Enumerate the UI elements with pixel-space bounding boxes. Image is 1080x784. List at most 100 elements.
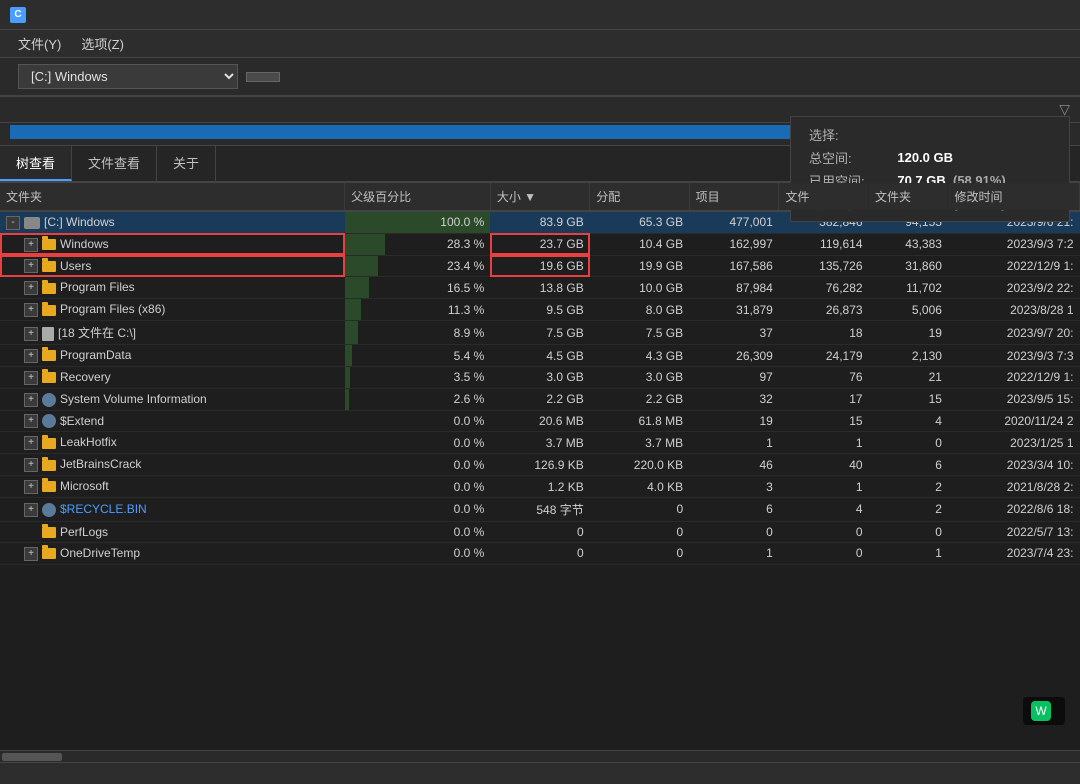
column-header-name[interactable]: 文件夹 [0, 183, 345, 211]
cell-modified: 2023/8/28 1 [948, 299, 1080, 321]
item-name: Recovery [60, 370, 111, 384]
app-icon: C [10, 7, 26, 23]
table-header-row: 文件夹父级百分比大小 ▼分配项目文件文件夹修改时间 [0, 183, 1080, 211]
column-header-folders[interactable]: 文件夹 [869, 183, 948, 211]
item-name: LeakHotfix [60, 435, 117, 449]
item-name: Program Files [60, 280, 135, 294]
table-row[interactable]: +Microsoft0.0 %1.2 KB4.0 KB3122021/8/28 … [0, 476, 1080, 498]
table-row[interactable]: +Users23.4 %19.6 GB19.9 GB167,586135,726… [0, 255, 1080, 277]
menu-item-options[interactable]: 选项(Z) [71, 30, 134, 57]
expand-button[interactable]: + [24, 371, 38, 385]
expand-button[interactable]: + [24, 281, 38, 295]
tab-about[interactable]: 关于 [157, 146, 216, 181]
cell-alloc: 3.7 MB [590, 432, 689, 454]
table-row[interactable]: +[18 文件在 C:\]8.9 %7.5 GB7.5 GB3718192023… [0, 321, 1080, 345]
cell-folders: 15 [869, 388, 948, 410]
expand-button[interactable]: + [24, 503, 38, 517]
tab-file[interactable]: 文件查看 [72, 146, 157, 181]
column-header-pct[interactable]: 父级百分比 [345, 183, 491, 211]
table-row[interactable]: +OneDriveTemp0.0 %001012023/7/4 23: [0, 542, 1080, 564]
file-tree[interactable]: 文件夹父级百分比大小 ▼分配项目文件文件夹修改时间 -[C:] Windows1… [0, 183, 1080, 750]
cell-percent: 3.5 % [345, 366, 491, 388]
table-row[interactable]: +System Volume Information2.6 %2.2 GB2.2… [0, 388, 1080, 410]
expand-button[interactable]: + [24, 458, 38, 472]
column-header-items[interactable]: 项目 [689, 183, 779, 211]
cell-name: + Windows [0, 233, 345, 255]
cell-size: 3.0 GB [490, 366, 589, 388]
column-header-alloc[interactable]: 分配 [590, 183, 689, 211]
expand-button[interactable]: + [24, 393, 38, 407]
item-name: System Volume Information [60, 392, 207, 406]
column-header-modified[interactable]: 修改时间 [948, 183, 1080, 211]
cell-alloc: 0 [590, 497, 689, 521]
cell-alloc: 220.0 KB [590, 454, 689, 476]
table-row[interactable]: +ProgramData5.4 %4.5 GB4.3 GB26,30924,17… [0, 345, 1080, 367]
table-row[interactable]: +LeakHotfix0.0 %3.7 MB3.7 MB1102023/1/25… [0, 432, 1080, 454]
cell-items: 477,001 [689, 211, 779, 233]
table-row[interactable]: +Program Files16.5 %13.8 GB10.0 GB87,984… [0, 277, 1080, 299]
cell-folders: 43,383 [869, 233, 948, 255]
expand-button[interactable]: + [24, 436, 38, 450]
cell-percent: 100.0 % [345, 211, 491, 233]
column-header-files[interactable]: 文件 [779, 183, 869, 211]
table-row[interactable]: +Windows28.3 %23.7 GB10.4 GB162,997119,6… [0, 233, 1080, 255]
cell-files: 0 [779, 542, 869, 564]
item-name: $Extend [60, 414, 104, 428]
folder-icon [42, 305, 56, 316]
expand-button[interactable]: + [24, 259, 38, 273]
horizontal-scrollbar[interactable] [0, 750, 1080, 762]
expand-button[interactable]: - [6, 216, 20, 230]
cell-name: + Recovery [0, 366, 345, 388]
cell-name: +OneDriveTemp [0, 542, 345, 564]
cell-items: 1 [689, 432, 779, 454]
table-row[interactable]: +$RECYCLE.BIN0.0 %548 字节06422022/8/6 18: [0, 497, 1080, 521]
expand-button[interactable]: + [24, 349, 38, 363]
column-header-size[interactable]: 大小 ▼ [490, 183, 589, 211]
scan-button[interactable] [246, 72, 280, 82]
cell-modified: 2022/12/9 1: [948, 255, 1080, 277]
cell-size: 9.5 GB [490, 299, 589, 321]
menu-item-file[interactable]: 文件(Y) [8, 30, 71, 57]
cell-folders: 1 [869, 542, 948, 564]
expand-button[interactable]: + [24, 414, 38, 428]
expand-button[interactable]: + [24, 480, 38, 494]
cell-files: 40 [779, 454, 869, 476]
cell-name: + System Volume Information [0, 388, 345, 410]
table-row[interactable]: +JetBrainsCrack0.0 %126.9 KB220.0 KB4640… [0, 454, 1080, 476]
item-name: $RECYCLE.BIN [60, 502, 147, 516]
cell-folders: 11,702 [869, 277, 948, 299]
table-row[interactable]: +Recovery3.5 %3.0 GB3.0 GB9776212022/12/… [0, 366, 1080, 388]
cell-modified: 2023/7/4 23: [948, 542, 1080, 564]
cell-percent: 16.5 % [345, 277, 491, 299]
cell-alloc: 2.2 GB [590, 388, 689, 410]
file-table: 文件夹父级百分比大小 ▼分配项目文件文件夹修改时间 -[C:] Windows1… [0, 183, 1080, 565]
cell-items: 26,309 [689, 345, 779, 367]
files-icon [42, 327, 54, 341]
table-row[interactable]: +Program Files (x86)11.3 %9.5 GB8.0 GB31… [0, 299, 1080, 321]
cell-alloc: 7.5 GB [590, 321, 689, 345]
drive-select[interactable]: [C:] Windows [18, 64, 238, 89]
tab-tree[interactable]: 树查看 [0, 146, 72, 181]
menubar: 文件(Y)选项(Z) [0, 30, 1080, 58]
expand-button[interactable]: + [24, 238, 38, 252]
cell-items: 87,984 [689, 277, 779, 299]
cell-modified: 2022/8/6 18: [948, 497, 1080, 521]
drive-icon [24, 217, 40, 229]
cell-size: 23.7 GB [490, 233, 589, 255]
expand-button[interactable]: + [24, 327, 38, 341]
cell-items: 31,879 [689, 299, 779, 321]
cell-modified: 2022/12/9 1: [948, 366, 1080, 388]
scrollbar-thumb[interactable] [2, 753, 62, 761]
expand-button[interactable]: + [24, 303, 38, 317]
item-name: Windows [60, 237, 109, 251]
table-row[interactable]: PerfLogs0.0 %000002022/5/7 13: [0, 521, 1080, 542]
gear-icon [42, 393, 56, 407]
expand-button[interactable]: + [24, 547, 38, 561]
cell-name: +ProgramData [0, 345, 345, 367]
cell-name: +JetBrainsCrack [0, 454, 345, 476]
cell-items: 6 [689, 497, 779, 521]
folder-icon [42, 438, 56, 449]
table-row[interactable]: +$Extend0.0 %20.6 MB61.8 MB191542020/11/… [0, 410, 1080, 432]
wechat-icon: W [1031, 701, 1051, 721]
cell-modified: 2023/9/3 7:3 [948, 345, 1080, 367]
